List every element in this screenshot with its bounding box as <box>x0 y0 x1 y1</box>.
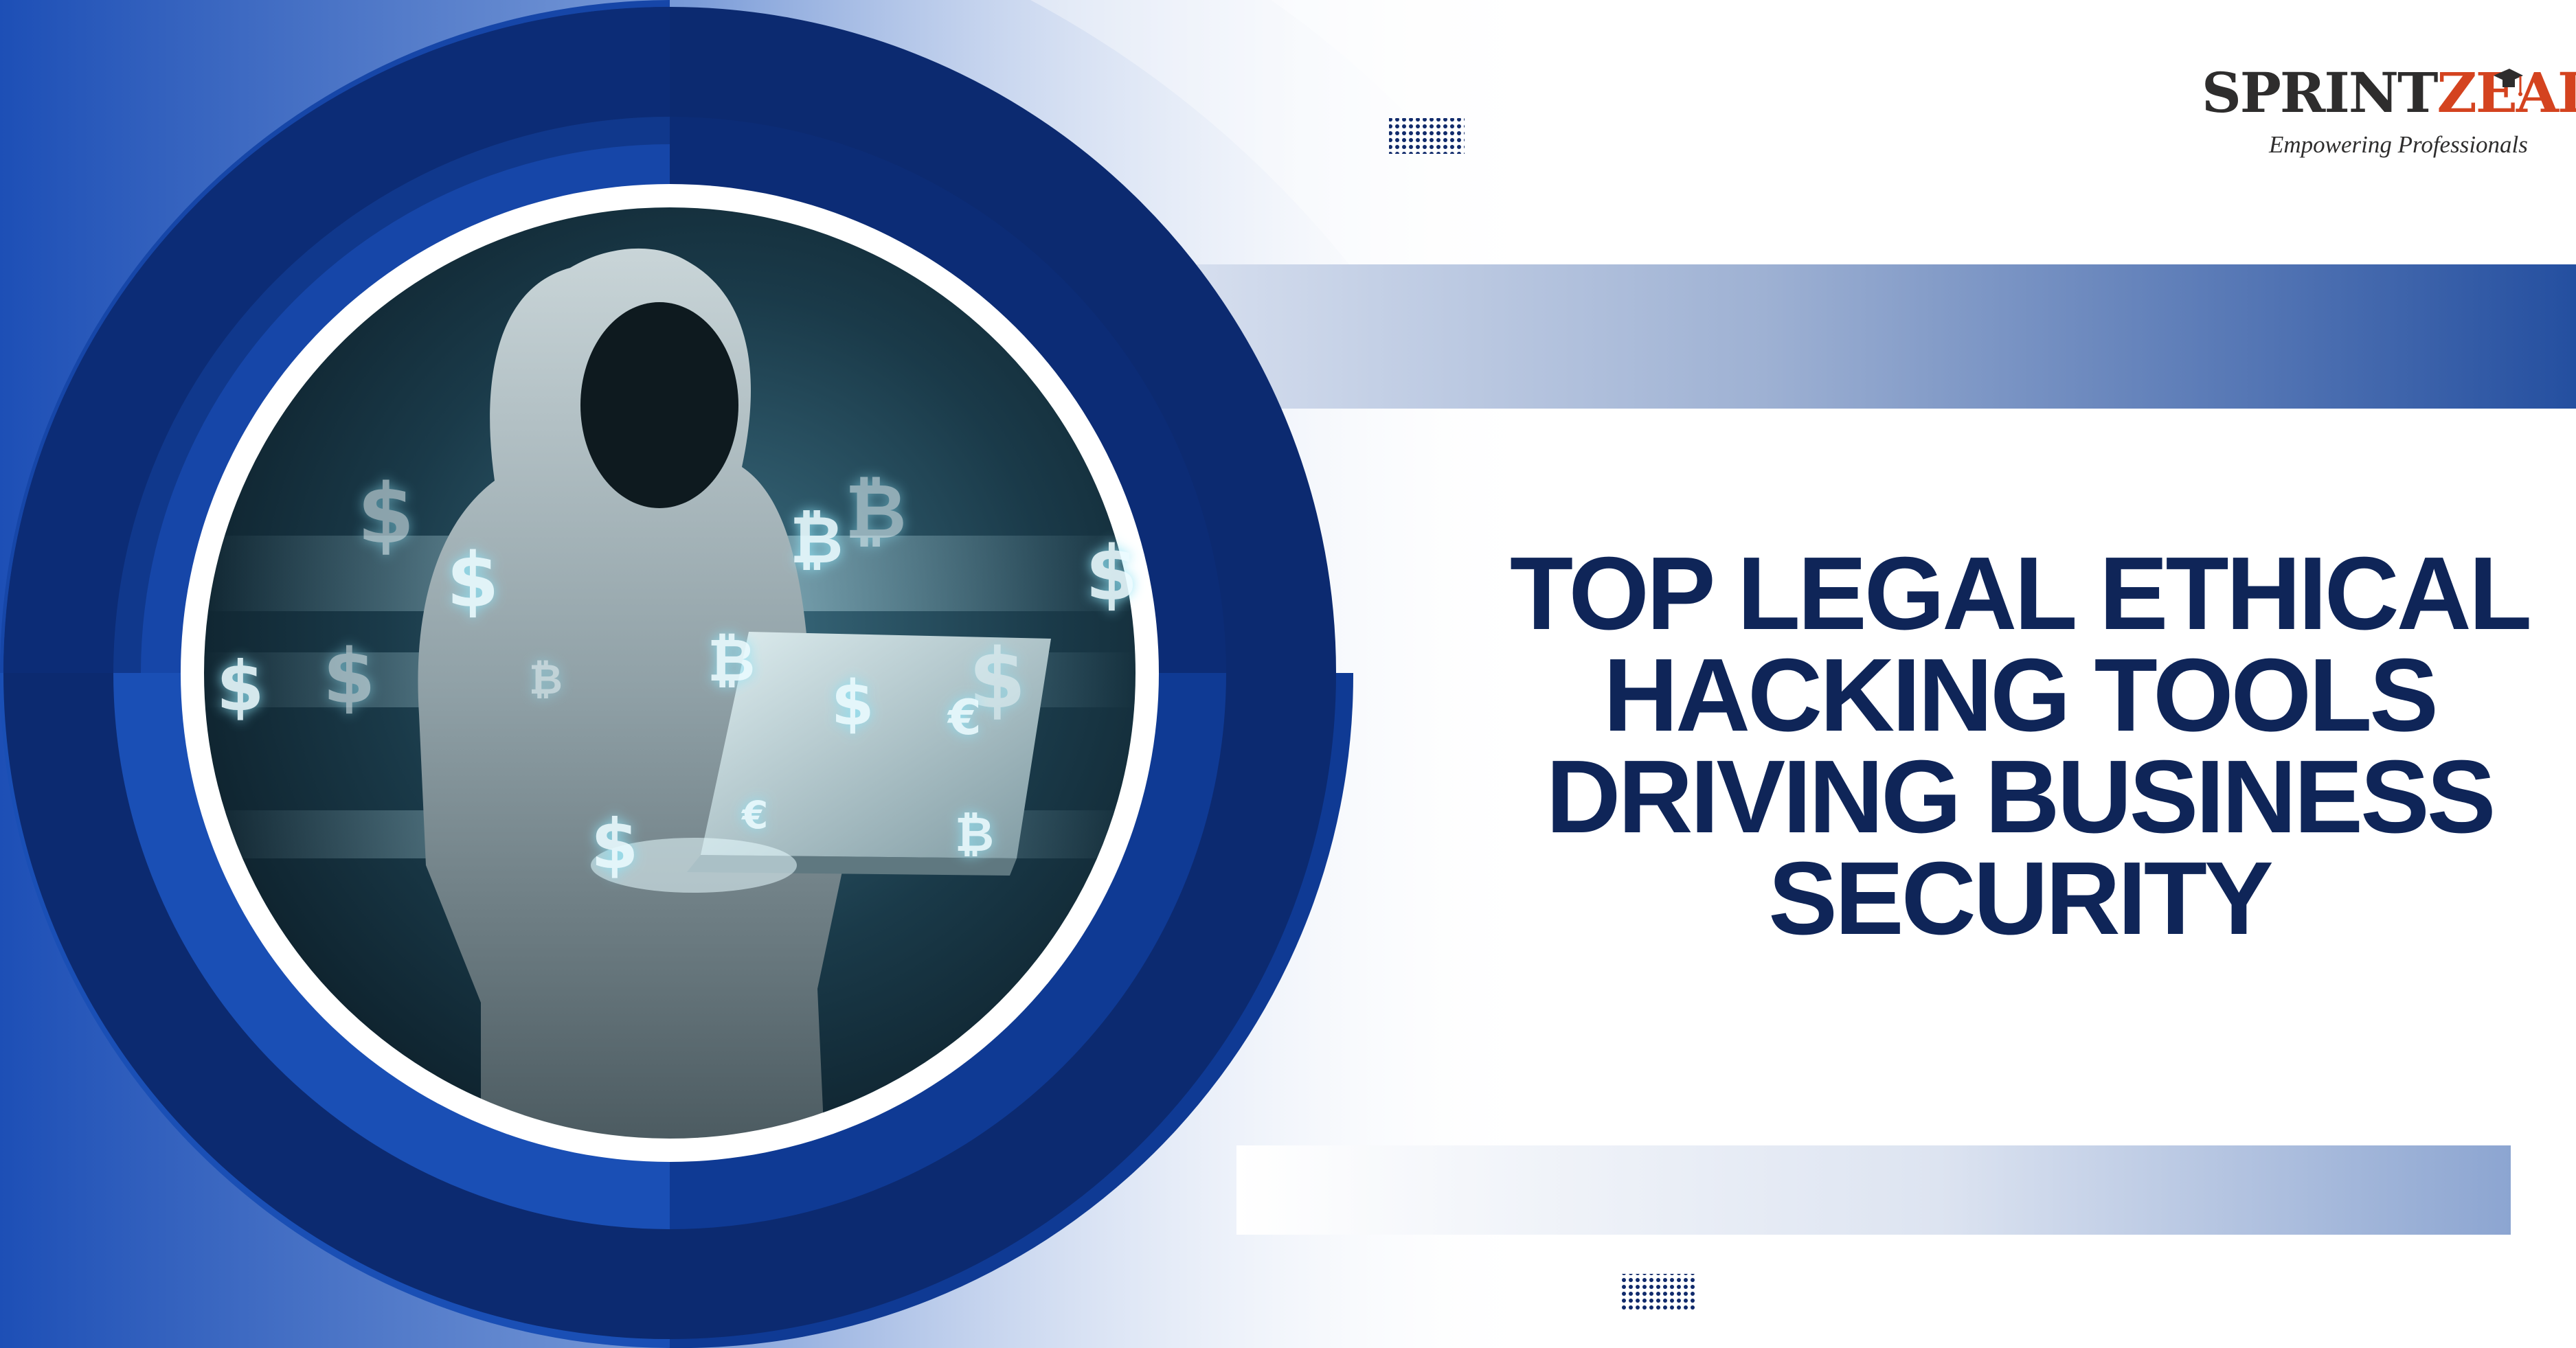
currency-symbol: ₿ <box>708 627 756 695</box>
banner: $$$$$$$$₿₿₿₿₿€€ SPRINTZEAL Empowering Pr… <box>0 0 2576 1348</box>
sprintzeal-logo[interactable]: SPRINTZEAL Empowering Professionals <box>2202 65 2576 168</box>
currency-symbol: ₿ <box>790 503 844 578</box>
currency-symbol: ₿ <box>955 806 995 863</box>
currency-symbol: ₿ <box>529 656 563 704</box>
currency-symbol: $ <box>447 536 499 624</box>
headline-line-1: TOP LEGAL ETHICAL <box>1509 535 2532 651</box>
currency-symbol: $ <box>831 667 874 740</box>
currency-symbol: $ <box>357 467 415 562</box>
headline: TOP LEGAL ETHICAL HACKING TOOLS DRIVING … <box>1484 535 2555 956</box>
graduation-cap-icon <box>2494 69 2523 96</box>
headline-line-2: HACKING TOOLS <box>1603 637 2439 753</box>
currency-symbol: $ <box>216 646 264 727</box>
headline-line-3: DRIVING BUSINESS <box>1546 738 2496 854</box>
currency-symbol: ₿ <box>845 468 907 556</box>
currency-symbol: $ <box>591 804 639 884</box>
logo-word-dark: SPRINT <box>2202 60 2438 125</box>
headline-line-4: SECURITY <box>1768 840 2273 956</box>
currency-symbol: € <box>742 793 769 837</box>
currency-symbol: € <box>948 689 982 746</box>
currency-symbol: $ <box>323 632 376 720</box>
logo-tagline: Empowering Professionals <box>2269 131 2528 158</box>
currency-symbol: $ <box>1085 529 1138 617</box>
